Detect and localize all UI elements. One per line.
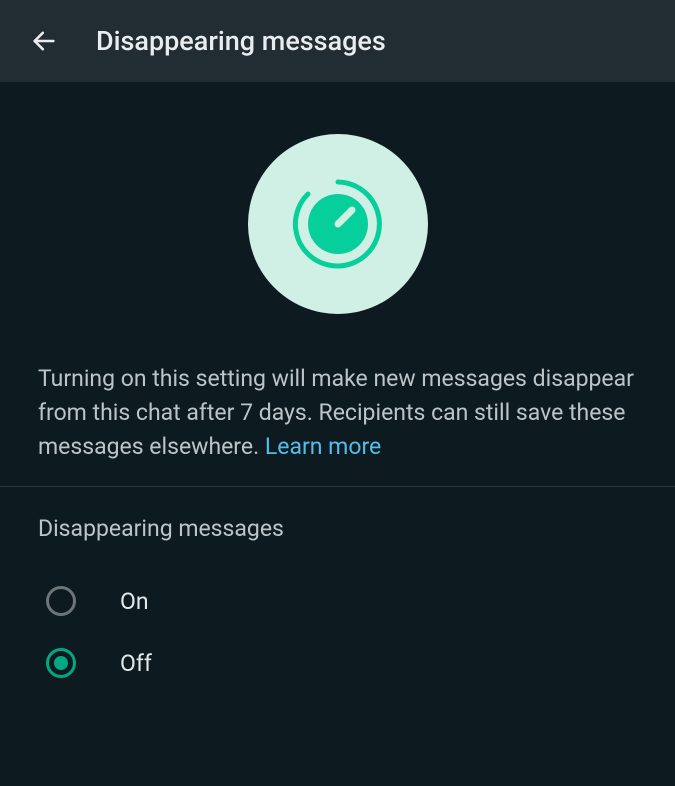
description-text: Turning on this setting will make new me… bbox=[0, 362, 675, 464]
app-header: Disappearing messages bbox=[0, 0, 675, 82]
content-area: Turning on this setting will make new me… bbox=[0, 82, 675, 694]
radio-indicator bbox=[46, 586, 76, 616]
radio-option-off[interactable]: Off bbox=[38, 632, 637, 694]
learn-more-link[interactable]: Learn more bbox=[265, 433, 381, 460]
radio-label: Off bbox=[120, 650, 152, 677]
radio-inner-dot bbox=[54, 656, 68, 670]
radio-option-on[interactable]: On bbox=[38, 570, 637, 632]
timer-icon bbox=[278, 164, 398, 284]
options-section: Disappearing messages On Off bbox=[0, 487, 675, 694]
radio-label: On bbox=[120, 588, 149, 615]
arrow-left-icon bbox=[30, 27, 58, 55]
radio-indicator-selected bbox=[46, 648, 76, 678]
section-title: Disappearing messages bbox=[38, 515, 637, 542]
page-title: Disappearing messages bbox=[96, 25, 386, 57]
timer-icon-background bbox=[248, 134, 428, 314]
hero-icon-container bbox=[0, 134, 675, 314]
back-button[interactable] bbox=[20, 17, 68, 65]
